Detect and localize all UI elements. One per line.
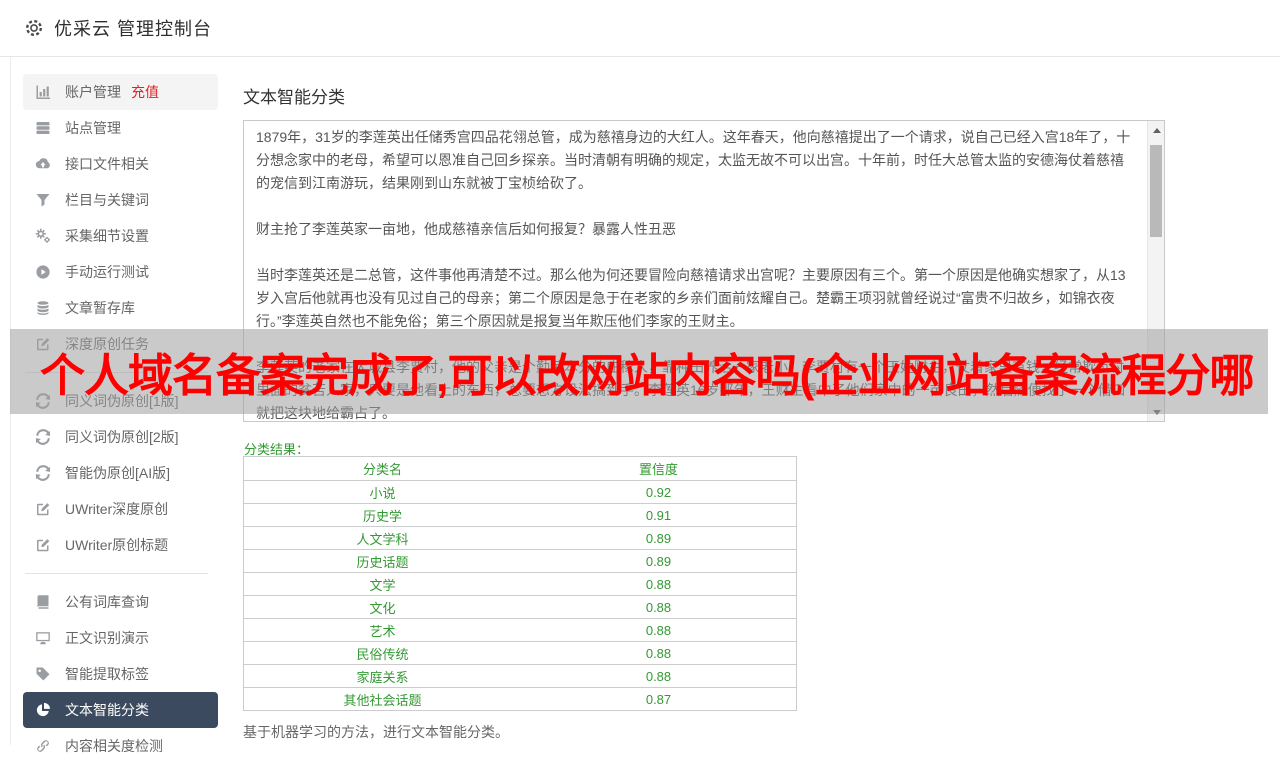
watermark-text: 个人域名备案完成了,可以改网站内容吗(企业网站备案流程分哪 — [10, 339, 1254, 404]
sidebar-item-label: 采集细节设置 — [65, 226, 149, 246]
filter-icon — [35, 192, 51, 208]
sidebar-item-uwriter-deep-original[interactable]: UWriter深度原创 — [23, 491, 218, 527]
book-icon — [35, 594, 51, 610]
sidebar-item-label: 手动运行测试 — [65, 262, 149, 282]
link-icon — [35, 738, 51, 754]
table-row: 人文学科0.89 — [244, 527, 797, 550]
text-paragraph: 财主抢了李莲英家一亩地，他成慈禧亲信后如何报复？暴露人性丑恶 — [256, 218, 1132, 241]
watermark-overlay: 个人域名备案完成了,可以改网站内容吗(企业网站备案流程分哪 — [10, 329, 1268, 414]
sidebar-item-site-management[interactable]: 站点管理 — [23, 110, 218, 146]
sidebar-item-label: 同义词伪原创[2版] — [65, 427, 179, 447]
sidebar-item-label: 站点管理 — [65, 118, 121, 138]
scroll-up-arrow-icon[interactable] — [1148, 123, 1165, 137]
sidebar-item-label: 文本智能分类 — [65, 700, 149, 720]
sidebar-item-public-lexicon-query[interactable]: 公有词库查询 — [23, 584, 218, 620]
refresh-icon — [35, 465, 51, 481]
sidebar-item-label: 智能伪原创[AI版] — [65, 463, 170, 483]
sidebar-item-ai-rewrite[interactable]: 智能伪原创[AI版] — [23, 455, 218, 491]
refresh-icon — [35, 429, 51, 445]
confidence-cell: 0.92 — [521, 481, 797, 504]
sidebar-item-account-management[interactable]: 账户管理 充值 — [23, 74, 218, 110]
edit-icon — [35, 537, 51, 553]
sidebar-item-text-classification[interactable]: 文本智能分类 — [23, 692, 218, 728]
monitor-icon — [35, 630, 51, 646]
confidence-cell: 0.88 — [521, 642, 797, 665]
app-header: 优采云 管理控制台 — [0, 0, 1280, 57]
confidence-cell: 0.87 — [521, 688, 797, 711]
sidebar-item-label: 文章暂存库 — [65, 298, 135, 318]
gears-icon — [35, 228, 51, 244]
column-header-category: 分类名 — [244, 457, 522, 481]
sidebar-item-label: UWriter原创标题 — [65, 535, 168, 555]
confidence-cell: 0.91 — [521, 504, 797, 527]
table-row: 历史话题0.89 — [244, 550, 797, 573]
footer-note: 基于机器学习的方法，进行文本智能分类。 — [243, 722, 509, 742]
sidebar-item-article-storage[interactable]: 文章暂存库 — [23, 290, 218, 326]
sidebar-item-collection-settings[interactable]: 采集细节设置 — [23, 218, 218, 254]
category-cell: 历史学 — [244, 504, 522, 527]
table-row: 文化0.88 — [244, 596, 797, 619]
sidebar-item-interface-files[interactable]: 接口文件相关 — [23, 146, 218, 182]
table-row: 历史学0.91 — [244, 504, 797, 527]
bar-chart-icon — [35, 84, 51, 100]
tag-icon — [35, 666, 51, 682]
sidebar-item-label: 账户管理 — [65, 82, 121, 102]
text-paragraph: 1879年，31岁的李莲英出任储秀宫四品花翎总管，成为慈禧身边的大红人。这年春天… — [256, 126, 1132, 195]
category-cell: 历史话题 — [244, 550, 522, 573]
confidence-cell: 0.88 — [521, 596, 797, 619]
confidence-cell: 0.89 — [521, 527, 797, 550]
sidebar-item-label: 内容相关度检测 — [65, 736, 163, 756]
sidebar-item-content-relevance-check[interactable]: 内容相关度检测 — [23, 728, 218, 764]
gear-icon — [24, 18, 44, 38]
category-cell: 文化 — [244, 596, 522, 619]
sidebar-divider — [25, 573, 208, 574]
sidebar-item-uwriter-original-title[interactable]: UWriter原创标题 — [23, 527, 218, 563]
sidebar-item-label: UWriter深度原创 — [65, 499, 168, 519]
category-cell: 小说 — [244, 481, 522, 504]
confidence-cell: 0.88 — [521, 573, 797, 596]
sidebar-item-label: 正文识别演示 — [65, 628, 149, 648]
sidebar-item-smart-tag-extraction[interactable]: 智能提取标签 — [23, 656, 218, 692]
column-header-confidence: 置信度 — [521, 457, 797, 481]
sidebar-item-label: 智能提取标签 — [65, 664, 149, 684]
sidebar-item-manual-run-test[interactable]: 手动运行测试 — [23, 254, 218, 290]
text-paragraph: 当时李莲英还是二总管，这件事他再清楚不过。那么他为何还要冒险向慈禧请求出宫呢？主… — [256, 264, 1132, 333]
category-cell: 民俗传统 — [244, 642, 522, 665]
table-header-row: 分类名 置信度 — [244, 457, 797, 481]
server-icon — [35, 120, 51, 136]
table-row: 家庭关系0.88 — [244, 665, 797, 688]
cloud-upload-icon — [35, 156, 51, 172]
category-cell: 其他社会话题 — [244, 688, 522, 711]
category-cell: 艺术 — [244, 619, 522, 642]
database-icon — [35, 300, 51, 316]
category-cell: 家庭关系 — [244, 665, 522, 688]
confidence-cell: 0.88 — [521, 665, 797, 688]
sidebar-item-columns-keywords[interactable]: 栏目与关键词 — [23, 182, 218, 218]
table-row: 其他社会话题0.87 — [244, 688, 797, 711]
classification-result-table: 分类名 置信度 小说0.92 历史学0.91 人文学科0.89 历史话题0.89… — [243, 456, 797, 711]
table-row: 民俗传统0.88 — [244, 642, 797, 665]
recharge-badge[interactable]: 充值 — [131, 82, 159, 102]
pie-chart-icon — [35, 702, 51, 718]
play-circle-icon — [35, 264, 51, 280]
sidebar-item-label: 栏目与关键词 — [65, 190, 149, 210]
app-title: 优采云 管理控制台 — [54, 15, 212, 41]
confidence-cell: 0.88 — [521, 619, 797, 642]
category-cell: 人文学科 — [244, 527, 522, 550]
sidebar-item-body-recognition-demo[interactable]: 正文识别演示 — [23, 620, 218, 656]
scrollbar-thumb[interactable] — [1150, 145, 1162, 237]
category-cell: 文学 — [244, 573, 522, 596]
confidence-cell: 0.89 — [521, 550, 797, 573]
table-row: 小说0.92 — [244, 481, 797, 504]
edit-icon — [35, 501, 51, 517]
table-row: 艺术0.88 — [244, 619, 797, 642]
sidebar-item-label: 接口文件相关 — [65, 154, 149, 174]
sidebar-item-synonym-rewrite-v2[interactable]: 同义词伪原创[2版] — [23, 419, 218, 455]
page-title: 文本智能分类 — [243, 83, 345, 108]
table-row: 文学0.88 — [244, 573, 797, 596]
sidebar-item-label: 公有词库查询 — [65, 592, 149, 612]
